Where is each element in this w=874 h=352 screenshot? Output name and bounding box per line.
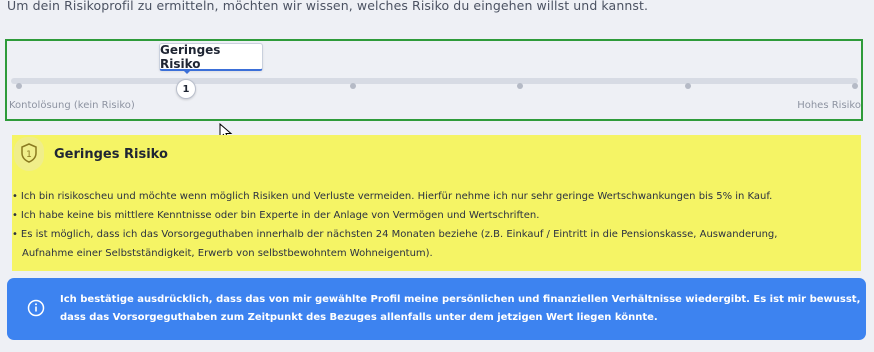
risk-card-title: Geringes Risiko <box>54 147 168 162</box>
slider-min-label: Kontolösung (kein Risiko) <box>9 100 135 111</box>
info-icon <box>27 299 45 317</box>
confirmation-info-banner: Ich bestätige ausdrücklich, dass das von… <box>7 278 866 340</box>
slider-tick[interactable] <box>517 83 523 89</box>
badge-number: 1 <box>26 150 32 160</box>
slider-max-label: Hohes Risiko <box>797 100 861 111</box>
list-item: Ich bin risikoscheu und möchte wenn mögl… <box>12 187 777 206</box>
slider-tick[interactable] <box>685 83 691 89</box>
list-item: Es ist möglich, dass ich das Vorsorgegut… <box>12 225 778 244</box>
risk-profile-card: 1 Geringes Risiko Ich bin risikoscheu un… <box>12 135 861 271</box>
shield-icon: 1 <box>21 143 37 163</box>
confirmation-line-2: dass das Vorsorgeguthaben zum Zeitpunkt … <box>60 312 658 323</box>
slider-tick[interactable] <box>852 83 858 89</box>
confirmation-line-1: Ich bestätige ausdrücklich, dass das von… <box>60 294 861 305</box>
intro-text: Um dein Risikoprofil zu ermitteln, möcht… <box>7 0 649 13</box>
slider-track[interactable] <box>11 78 858 84</box>
list-item-continuation: Aufnahme einer Selbstständigkeit, Erwerb… <box>22 248 433 259</box>
risk-description-list: Ich bin risikoscheu und möchte wenn mögl… <box>12 187 778 263</box>
tooltip-arrow <box>182 69 192 74</box>
risk-slider-panel: Geringes Risiko 1 Kontolösung (kein Risi… <box>5 39 863 121</box>
slider-value-tooltip: Geringes Risiko <box>159 43 263 71</box>
confirmation-text: Ich bestätige ausdrücklich, dass das von… <box>60 291 860 327</box>
list-item: Ich habe keine bis mittlere Kenntnisse o… <box>12 206 777 225</box>
slider-tick[interactable] <box>350 83 356 89</box>
slider-tick[interactable] <box>16 83 22 89</box>
risk-level-badge: 1 <box>14 137 44 171</box>
slider-handle[interactable]: 1 <box>176 79 196 99</box>
